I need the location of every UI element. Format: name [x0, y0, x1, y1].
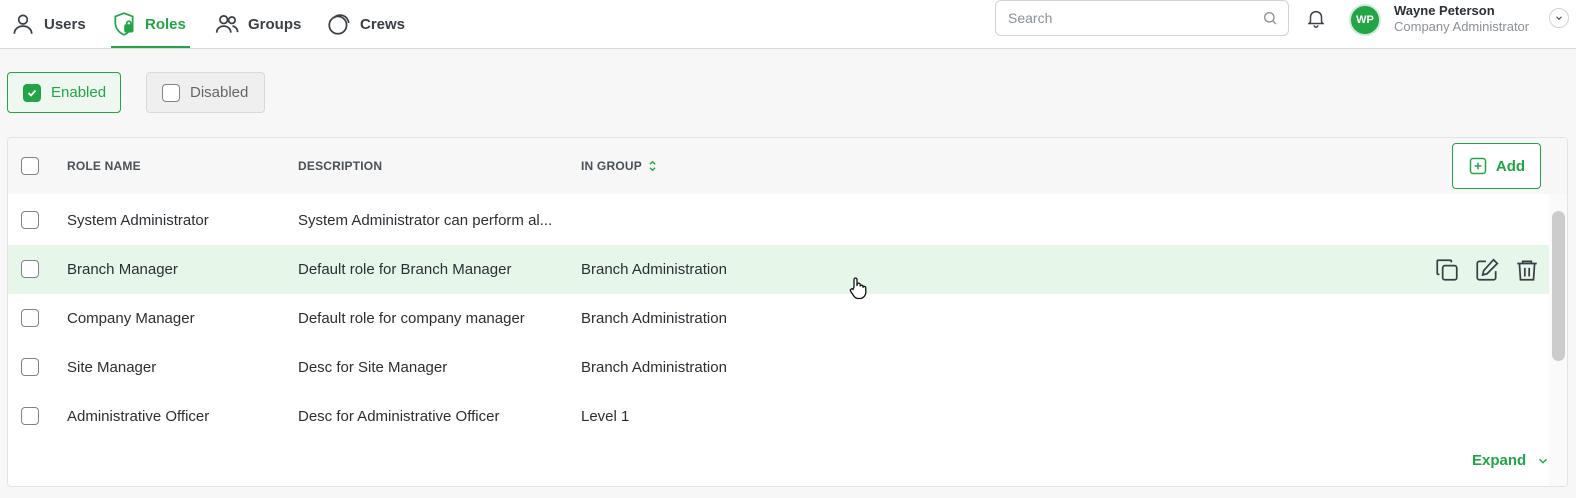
table-row[interactable]: Administrative Officer Desc for Administ… — [8, 392, 1549, 441]
shield-lock-icon — [114, 12, 134, 36]
tab-groups-label: Groups — [248, 15, 302, 33]
header-role-name[interactable]: ROLE NAME — [67, 159, 141, 173]
tab-roles[interactable]: Roles — [111, 0, 190, 48]
role-group: Branch Administration — [581, 359, 727, 376]
filter-enabled-checkbox[interactable] — [23, 83, 41, 102]
role-group: Level 1 — [581, 408, 630, 425]
role-description: Default role for company manager — [298, 310, 525, 327]
search-input[interactable] — [1008, 10, 1262, 26]
top-nav-bar: Users Roles Groups Crews WP Wayne Peters… — [0, 0, 1576, 49]
chevron-down-icon — [1539, 458, 1548, 464]
tab-crews[interactable]: Crews — [326, 0, 405, 48]
user-menu-toggle[interactable] — [1549, 8, 1569, 28]
header-in-group[interactable]: IN GROUP — [581, 159, 657, 173]
search-icon[interactable] — [1262, 10, 1278, 26]
role-name: Company Manager — [67, 310, 195, 327]
sort-icon[interactable] — [648, 160, 657, 172]
row-checkbox[interactable] — [21, 407, 39, 425]
plus-square-icon — [1469, 157, 1487, 175]
filter-enabled-toggle[interactable]: Enabled — [7, 72, 121, 113]
tab-roles-label: Roles — [145, 15, 186, 33]
table-header: ROLE NAME DESCRIPTION IN GROUP Add — [8, 138, 1567, 194]
role-name: Administrative Officer — [67, 408, 210, 425]
crews-icon — [328, 14, 350, 35]
hand-cursor-icon — [849, 277, 867, 300]
filter-disabled-toggle[interactable]: Disabled — [146, 72, 265, 113]
expand-button[interactable]: Expand — [1472, 452, 1550, 469]
select-all-checkbox[interactable] — [21, 157, 39, 175]
chevron-down-icon — [1556, 16, 1562, 20]
row-checkbox[interactable] — [21, 211, 39, 229]
table-row[interactable]: System Administrator System Administrato… — [8, 196, 1549, 245]
header-description: DESCRIPTION — [298, 159, 383, 173]
user-icon — [13, 14, 33, 34]
user-name: Wayne Peterson — [1394, 3, 1495, 18]
tab-users-label: Users — [44, 15, 86, 33]
role-name: Site Manager — [67, 359, 157, 376]
bell-icon[interactable] — [1305, 7, 1327, 29]
search-box — [995, 0, 1289, 36]
tab-crews-label: Crews — [360, 15, 406, 33]
copy-icon[interactable] — [1434, 257, 1460, 283]
role-name: System Administrator — [67, 212, 209, 229]
header-in-group-label: IN GROUP — [581, 159, 642, 173]
tab-groups[interactable]: Groups — [214, 0, 301, 48]
users-group-icon — [215, 15, 239, 33]
table-row[interactable]: Branch Manager Default role for Branch M… — [8, 245, 1549, 294]
row-checkbox[interactable] — [21, 358, 39, 376]
role-group: Branch Administration — [581, 310, 727, 327]
check-icon — [27, 89, 37, 97]
edit-icon[interactable] — [1474, 257, 1500, 283]
add-role-label: Add — [1495, 157, 1526, 175]
roles-table: ROLE NAME DESCRIPTION IN GROUP Add Syste… — [7, 137, 1568, 487]
filter-disabled-checkbox[interactable] — [162, 83, 180, 102]
row-actions — [1434, 257, 1540, 283]
trash-icon[interactable] — [1514, 257, 1540, 283]
scrollbar-thumb[interactable] — [1552, 211, 1565, 361]
role-name: Branch Manager — [67, 261, 178, 278]
role-group: Branch Administration — [581, 261, 727, 278]
role-description: Desc for Administrative Officer — [298, 408, 500, 425]
user-role: Company Administrator — [1394, 19, 1530, 34]
table-row[interactable]: Company Manager Default role for company… — [8, 294, 1549, 343]
table-row[interactable]: Site Manager Desc for Site Manager Branc… — [8, 343, 1549, 392]
filter-disabled-label: Disabled — [190, 84, 249, 101]
role-description: Default role for Branch Manager — [298, 261, 512, 278]
row-checkbox[interactable] — [21, 309, 39, 327]
table-scrollbar[interactable] — [1549, 194, 1567, 486]
role-description: Desc for Site Manager — [298, 359, 448, 376]
filter-enabled-label: Enabled — [51, 84, 107, 101]
add-role-button[interactable]: Add — [1452, 143, 1541, 189]
role-description: System Administrator can perform al... — [298, 212, 553, 229]
row-checkbox[interactable] — [21, 260, 39, 278]
tab-users[interactable]: Users — [10, 0, 86, 48]
expand-label: Expand — [1472, 452, 1527, 469]
avatar[interactable]: WP — [1349, 4, 1381, 36]
